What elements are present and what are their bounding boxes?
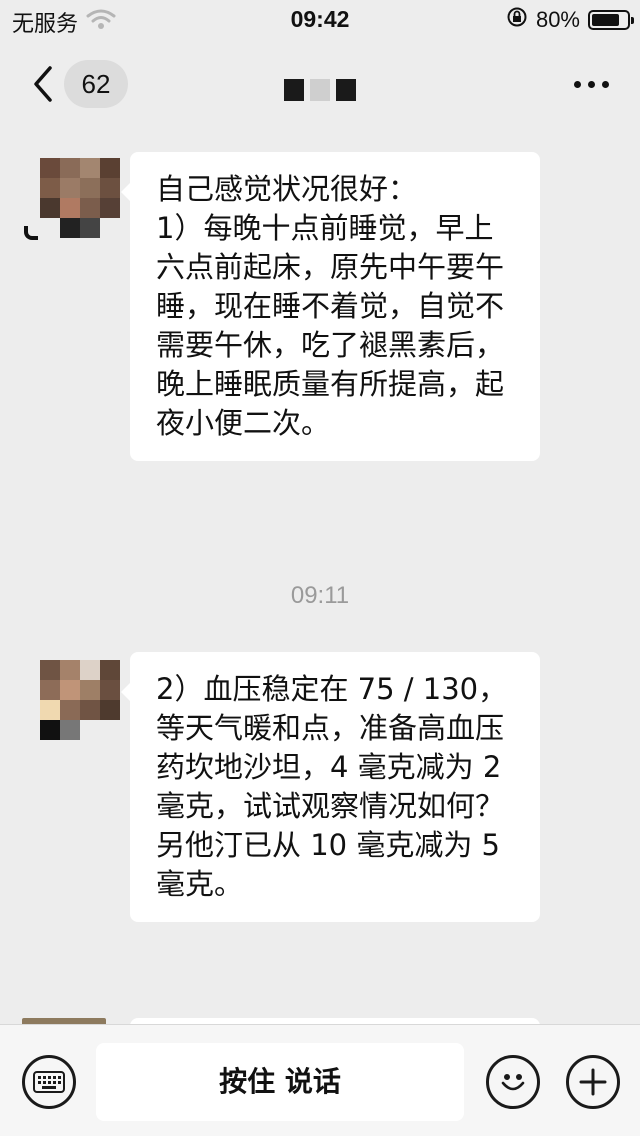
keyboard-icon <box>33 1071 65 1093</box>
more-icon <box>588 80 595 88</box>
avatar[interactable] <box>40 660 120 740</box>
message-bubble[interactable]: 2）血压稳定在 75 / 130，等天气暖和点，准备高血压药坎地沙坦，4 毫克减… <box>121 652 540 922</box>
orientation-lock-icon <box>506 6 528 34</box>
battery-fill <box>592 14 620 26</box>
status-bar: 无服务 09:42 80% <box>0 0 640 40</box>
redaction-block <box>336 79 356 101</box>
back-chevron-icon <box>34 66 52 102</box>
input-bar: 按住 说话 <box>0 1024 640 1136</box>
back-button[interactable] <box>28 64 58 104</box>
more-icon <box>574 80 581 88</box>
unread-count-badge[interactable]: 62 <box>64 60 128 108</box>
battery-label: 80% <box>535 7 580 32</box>
message-bubble[interactable]: 自己感觉状况很好： 1）每晚十点前睡觉，早上六点前起床，原先中午要午睡，现在睡不… <box>121 152 540 461</box>
more-icon <box>602 80 609 88</box>
battery-icon <box>588 10 634 30</box>
status-right: 80% <box>506 6 634 34</box>
chat-header: 62 <box>0 40 640 128</box>
timestamp: 09:11 <box>290 582 350 609</box>
avatar[interactable] <box>40 158 120 238</box>
redaction-block <box>310 79 330 101</box>
plus-icon <box>579 1068 607 1096</box>
plus-button[interactable] <box>566 1055 620 1109</box>
chat-title-redacted <box>272 76 368 104</box>
redaction-block <box>284 79 304 101</box>
emoji-icon <box>501 1074 525 1091</box>
more-button[interactable] <box>574 70 618 98</box>
keyboard-button[interactable] <box>22 1055 76 1109</box>
avatar-edge-mark <box>24 226 38 240</box>
hold-to-talk-button[interactable]: 按住 说话 <box>96 1043 464 1121</box>
emoji-button[interactable] <box>486 1055 540 1109</box>
